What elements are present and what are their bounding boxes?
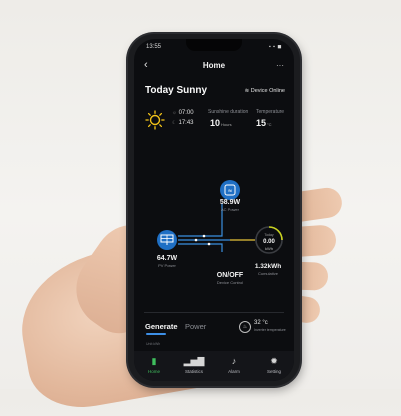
sun-icon [145, 110, 165, 130]
nav-setting-label: Setting [266, 369, 281, 374]
ac-power-label: AC Power [220, 207, 239, 212]
phone-screen: 13:55 ▪︎ ▪︎ ◼ ‹ Home ··· Today Sunny ≋ D… [134, 39, 294, 381]
inverter-temperature-label: Inverter temperature [254, 328, 286, 332]
sunrise-value: 07:00 [178, 110, 194, 116]
sunrise-icon: ☼ [172, 110, 177, 116]
cumulative-value: 1.32kWh [254, 263, 282, 270]
status-time: 13:55 [146, 44, 162, 50]
weather-title: Today Sunny [145, 85, 208, 96]
pv-power-label: PV Power [158, 263, 176, 268]
gear-icon: ✹ [270, 356, 278, 366]
sunshine-duration-value: 10Hours [210, 118, 232, 128]
bar-chart-icon: ▂▅▇ [183, 356, 205, 366]
sunset-value: 17:43 [178, 120, 194, 126]
duration-unit: Hours [221, 122, 232, 127]
chart-unit-label: Unit:kWh [146, 342, 161, 346]
tab-generate[interactable]: Generate [145, 322, 178, 331]
device-switch-state[interactable]: ON/OFF [204, 272, 256, 279]
sunshine-duration-label: Sunshine duration [208, 109, 249, 115]
device-status: ≋ Device Online [245, 88, 285, 94]
temperature-value: 15°C [256, 118, 272, 128]
duration-number: 10 [210, 118, 221, 128]
ac-power-value: 58.9W [219, 199, 241, 206]
sunrise-time: ☼ 07:00 [172, 110, 194, 116]
home-icon: ▮ [151, 356, 157, 366]
sunset-time: ☾ 17:43 [172, 120, 194, 126]
ac-power-icon: ≈ [220, 180, 240, 200]
today-energy-value: 0.00 [263, 239, 275, 245]
tab-power[interactable]: Power [185, 322, 206, 331]
nav-statistics[interactable]: ▂▅▇ Statistics [174, 351, 214, 381]
nav-statistics-label: Statistics [184, 369, 203, 374]
more-options-icon[interactable]: ··· [276, 61, 284, 70]
nav-setting[interactable]: ✹ Setting [254, 351, 294, 381]
nav-alarm[interactable]: ♪ Alarm [214, 351, 254, 381]
device-status-label: Device Online [250, 88, 285, 94]
active-tab-indicator [146, 333, 166, 335]
inverter-temperature-value: 32 °c [254, 320, 268, 326]
today-energy-unit: kWh [265, 246, 273, 251]
thermometer-icon: ♨ [239, 321, 251, 333]
svg-text:≈: ≈ [227, 188, 232, 195]
temperature-unit: °C [267, 122, 272, 127]
temperature-number: 15 [256, 118, 267, 128]
sunset-icon: ☾ [172, 120, 177, 126]
pv-power-value: 64.7W [156, 255, 178, 262]
today-energy-label: Today [264, 233, 274, 237]
section-divider [144, 312, 284, 313]
camera-notch [186, 39, 242, 51]
page-title: Home [202, 61, 226, 70]
pv-panel-icon [157, 230, 177, 250]
nav-home-label: Home [147, 369, 160, 374]
bell-icon: ♪ [231, 356, 237, 366]
status-icons: ▪︎ ▪︎ ◼ [269, 44, 282, 50]
temperature-label: Temperature [256, 109, 285, 115]
nav-alarm-label: Alarm [228, 369, 240, 374]
phone-body: 13:55 ▪︎ ▪︎ ◼ ‹ Home ··· Today Sunny ≋ D… [128, 34, 300, 386]
nav-home[interactable]: ▮ Home [134, 351, 174, 381]
bottom-navigation: ▮ Home ▂▅▇ Statistics ♪ Alarm ✹ Setting [134, 351, 294, 381]
device-control-label: Device Control [216, 280, 244, 285]
